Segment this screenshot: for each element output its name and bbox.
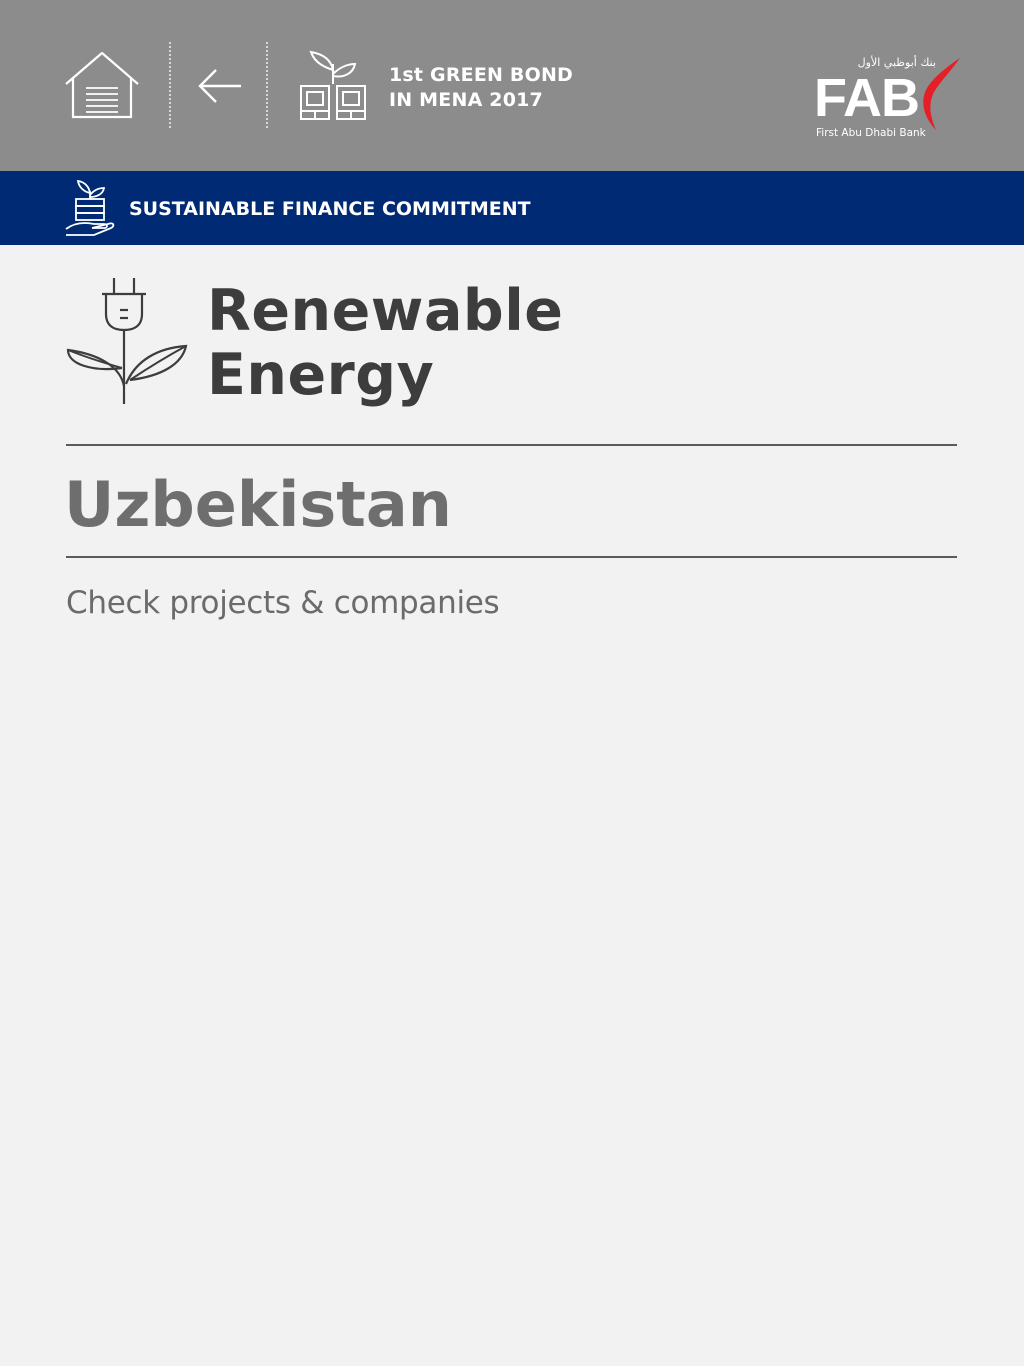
check-projects-link[interactable]: Check projects & companies — [66, 583, 500, 623]
header-divider — [169, 42, 171, 128]
logo-wordmark: FAB — [814, 68, 920, 128]
country-name: Uzbekistan — [64, 468, 452, 541]
divider-top — [66, 444, 957, 446]
hand-plant-money-icon — [64, 179, 116, 237]
home-icon — [65, 51, 139, 119]
divider-bottom — [66, 556, 957, 558]
category-title-line-1: Renewable — [207, 278, 564, 344]
logo-subtitle: First Abu Dhabi Bank — [816, 127, 926, 139]
plug-plant-icon — [64, 276, 188, 408]
arrow-left-icon — [198, 69, 241, 103]
category-title-line-2: Energy — [207, 342, 435, 408]
logo-swoosh-icon — [923, 58, 960, 130]
section-banner: SUSTAINABLE FINANCE COMMITMENT — [0, 171, 1024, 245]
green-bond-line-2: IN MENA 2017 — [389, 89, 543, 111]
home-button[interactable] — [64, 50, 140, 120]
green-bond-line-1: 1st GREEN BOND — [389, 64, 574, 86]
back-button[interactable] — [197, 66, 243, 106]
plant-money-icon — [297, 50, 369, 122]
top-bar: 1st GREEN BOND IN MENA 2017 بنك أبوظبي ا… — [0, 0, 1024, 171]
green-bond-label: 1st GREEN BOND IN MENA 2017 — [389, 63, 573, 113]
header-divider — [266, 42, 268, 128]
fab-logo: بنك أبوظبي الأول FAB First Abu Dhabi Ban… — [814, 56, 960, 142]
category-title: Renewable Energy — [207, 279, 563, 407]
banner-title: SUSTAINABLE FINANCE COMMITMENT — [129, 198, 531, 220]
